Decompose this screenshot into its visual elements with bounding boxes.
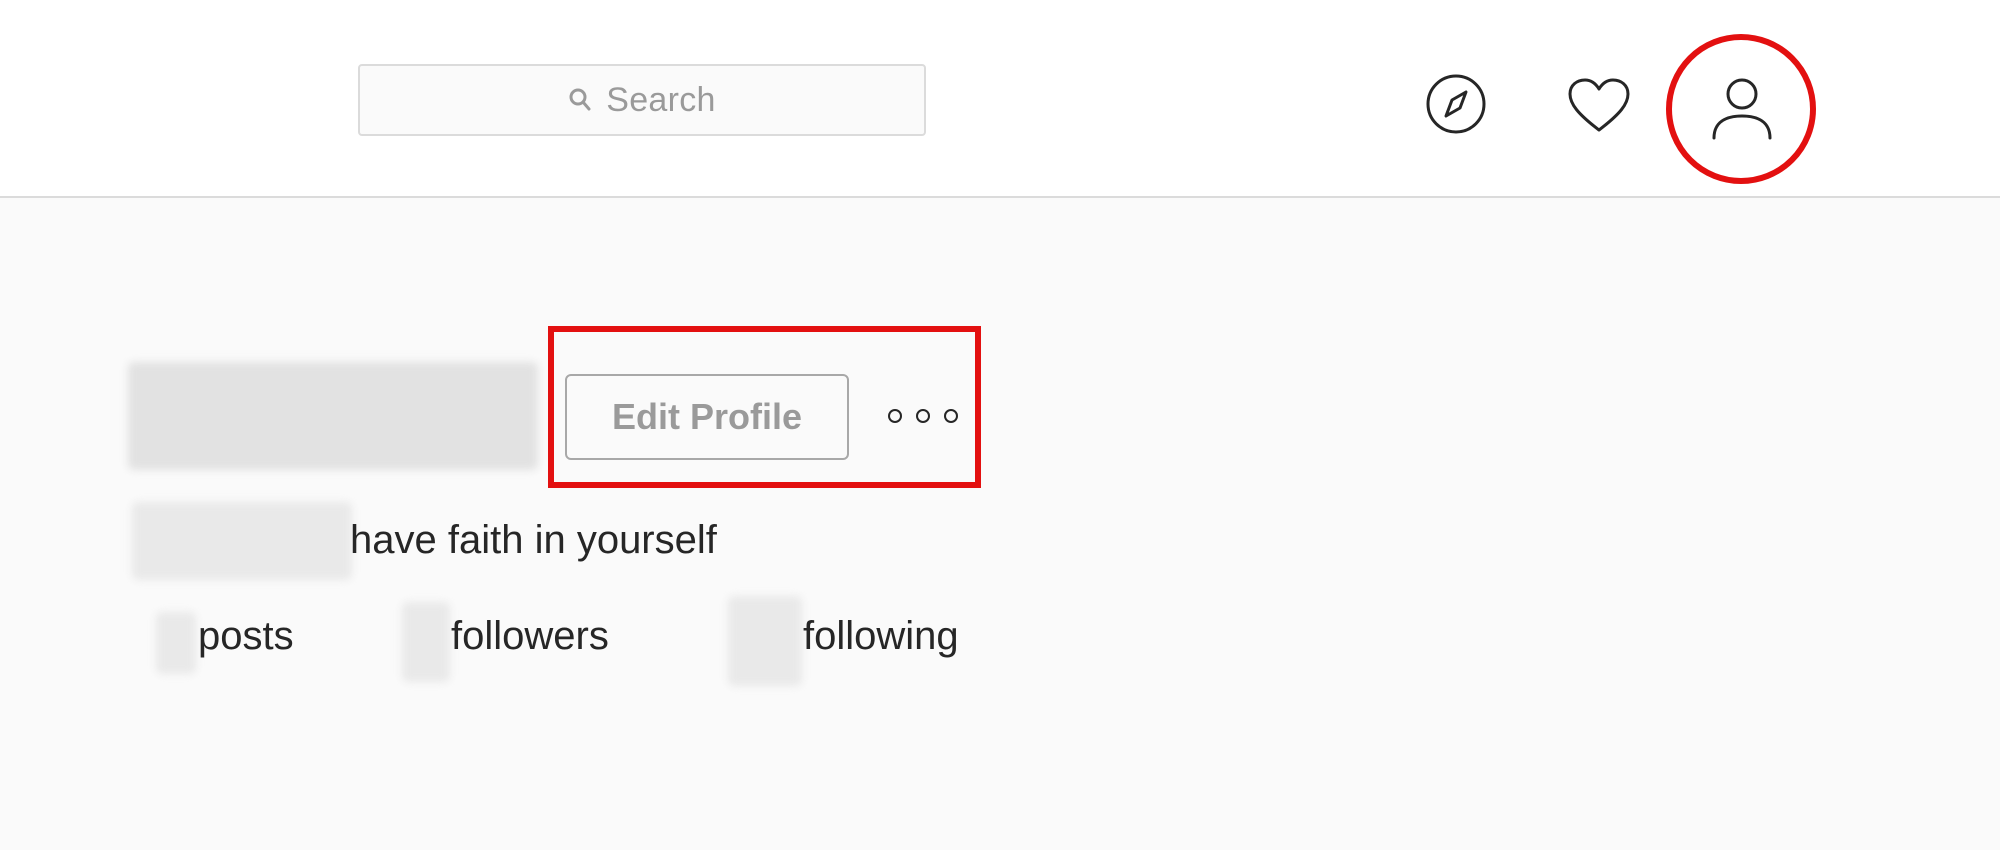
search-placeholder: Search (606, 80, 716, 119)
username-redacted (128, 362, 538, 470)
more-options-dot (944, 409, 958, 423)
more-options-dot (916, 409, 930, 423)
edit-profile-button[interactable]: Edit Profile (565, 374, 849, 460)
profile-icon-highlight (1666, 34, 1816, 184)
top-navigation-bar: Search (0, 0, 2000, 198)
posts-stat-label[interactable]: posts (198, 614, 294, 659)
profile-bio: have faith in yourself (350, 518, 717, 562)
following-count-redacted (728, 596, 802, 686)
more-options-icon[interactable] (888, 398, 958, 434)
heart-icon[interactable] (1566, 76, 1632, 136)
more-options-dot (888, 409, 902, 423)
search-icon (569, 88, 591, 111)
following-stat-label[interactable]: following (803, 614, 959, 659)
posts-count-redacted (156, 612, 196, 674)
followers-count-redacted (402, 602, 450, 682)
full-name-redacted (132, 502, 352, 580)
search-input[interactable]: Search (358, 64, 926, 136)
followers-stat-label[interactable]: followers (451, 614, 609, 659)
compass-icon[interactable] (1424, 72, 1488, 136)
